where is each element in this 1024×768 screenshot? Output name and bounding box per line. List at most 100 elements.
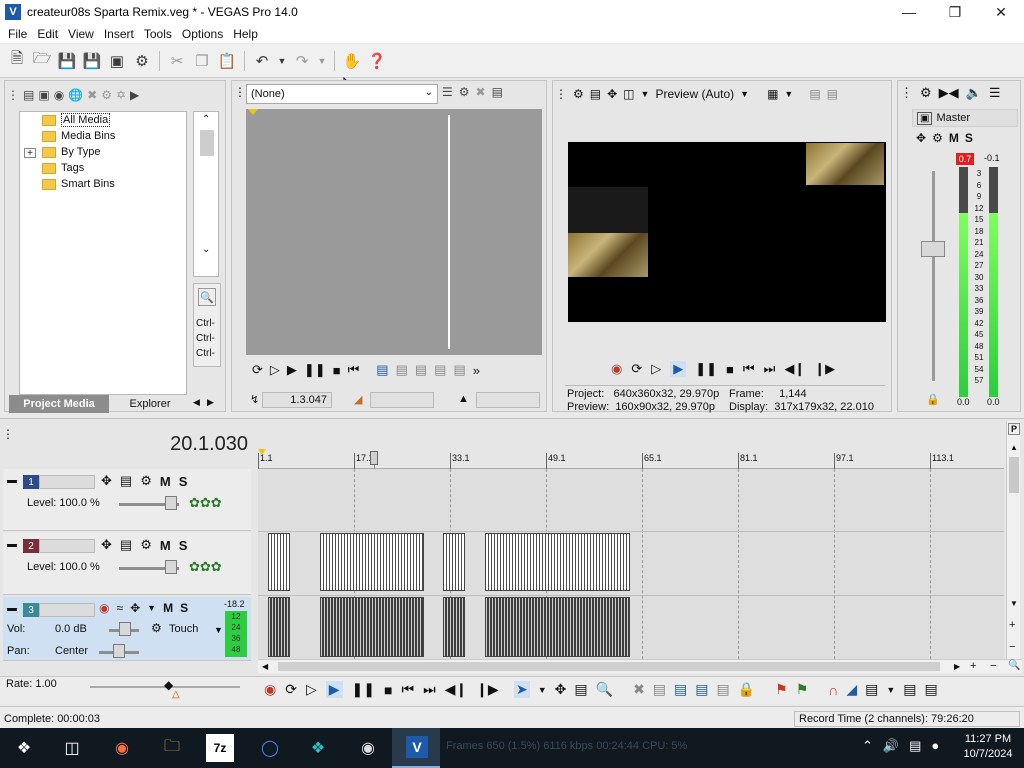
tab-project-media[interactable]: Project Media (9, 395, 109, 413)
previous-frame-icon[interactable]: ⏮ (348, 362, 360, 378)
save-button[interactable]: 💾 (56, 50, 78, 72)
master-mute-button[interactable]: M (949, 131, 959, 145)
trim-end-icon[interactable]: ▤ (695, 681, 708, 698)
chevron-down-icon[interactable]: ▼ (1010, 599, 1018, 608)
save-snapshot-icon[interactable]: ▤ (827, 87, 838, 101)
pause-icon[interactable]: ❚❚ (352, 681, 375, 698)
play-icon[interactable]: ▶ (325, 681, 343, 698)
track-fx-icon[interactable]: ▤ (120, 473, 132, 489)
chevron-down-icon[interactable]: ▼ (147, 603, 156, 613)
master-fx-icon[interactable]: ✥ (916, 131, 926, 145)
lock-envelopes-icon[interactable]: ▤ (903, 681, 916, 698)
copy-button[interactable]: ❐ (191, 50, 213, 72)
go-to-end-icon[interactable]: ⏭ (764, 361, 776, 377)
play-from-start-icon[interactable]: ▷ (306, 681, 317, 698)
trimmer-selection-field[interactable] (370, 392, 434, 408)
play-icon[interactable]: ▶ (287, 362, 297, 378)
zoom-tool-icon[interactable]: 🔍 (1008, 660, 1020, 671)
timeline-horizontal-scrollbar[interactable]: ◀ ▶ + − 🔍 (258, 659, 1022, 673)
chevron-down-icon[interactable]: ▼ (641, 89, 650, 99)
track-fx-icon[interactable]: ✥ (130, 601, 140, 615)
trim-icon[interactable]: ▤ (653, 681, 666, 698)
import-media-button[interactable]: ▤ (23, 88, 34, 102)
menu-view[interactable]: View (63, 27, 99, 41)
track-motion-icon[interactable]: ✥ (101, 537, 112, 553)
play-from-start-icon[interactable]: ▷ (651, 361, 661, 377)
trimmer-display[interactable] (246, 109, 542, 355)
go-to-start-icon[interactable]: ⏮ (401, 681, 414, 698)
scroll-left-icon[interactable]: ◀ (262, 662, 268, 671)
audio-clip[interactable] (320, 597, 424, 657)
scroll-right-icon[interactable]: ▶ (954, 662, 960, 671)
track-solo-button[interactable]: S (180, 601, 188, 615)
track-solo-button[interactable]: S (179, 538, 188, 553)
task-view-button[interactable]: ◫ (58, 734, 86, 762)
stop-icon[interactable]: ■ (333, 363, 341, 378)
maximize-button[interactable]: ❐ (932, 0, 978, 24)
volume-icon[interactable]: 🔊 (883, 738, 899, 754)
trimmer-length-field[interactable] (476, 392, 540, 408)
track-header-2[interactable]: ▬ 2 ✥ ▤ ⚙ M S Level: 100.0 % ✿✿✿ (3, 533, 251, 595)
loop-icon[interactable]: ⟳ (631, 361, 642, 377)
audio-clip[interactable] (443, 597, 465, 657)
track-level-thumb[interactable] (165, 560, 177, 574)
mixer-icon[interactable]: ☰ (989, 85, 1001, 101)
timeline-vertical-scrollbar[interactable]: P ▲ ▼ + − (1006, 421, 1020, 661)
chevron-down-icon[interactable]: ▼ (538, 685, 547, 695)
file-explorer-taskbar-button[interactable]: 🗀 (158, 734, 186, 762)
track-pan-thumb[interactable] (113, 644, 125, 658)
insert-icon[interactable]: ▤ (396, 362, 408, 378)
tree-item-smart-bins[interactable]: Smart Bins (42, 176, 115, 192)
track-fx-icon[interactable]: ▤ (120, 537, 132, 553)
compositing-mode-icon[interactable]: ✿✿✿ (189, 495, 222, 511)
tab-scroll-right[interactable]: ▶ (207, 397, 214, 408)
network-icon[interactable]: ▤ (909, 738, 921, 754)
close-button[interactable]: ✕ (978, 0, 1024, 24)
firefox-taskbar-button[interactable]: ◉ (108, 734, 136, 762)
normal-edit-tool-icon[interactable]: ➤ (514, 681, 530, 698)
zoom-icon[interactable]: 🔍 (198, 288, 216, 306)
play-from-start-icon[interactable]: ▷ (270, 362, 280, 378)
menu-help[interactable]: Help (228, 27, 263, 41)
video-clip[interactable] (485, 533, 630, 591)
master-fader-thumb[interactable] (921, 241, 945, 257)
track-mute-button[interactable]: M (160, 538, 171, 553)
track-solo-button[interactable]: S (179, 474, 188, 489)
automation-gear-icon[interactable]: ⚙ (151, 621, 162, 635)
insert-region-icon[interactable]: ⚑ (796, 681, 809, 698)
scrollbar-thumb[interactable] (278, 662, 940, 671)
audio-clip[interactable] (268, 597, 290, 657)
track-level-thumb[interactable] (165, 496, 177, 510)
next-frame-icon[interactable]: ❙▶ (814, 361, 835, 377)
views-button[interactable]: ▶ (130, 88, 139, 102)
marker-pin-icon[interactable]: P (1008, 423, 1020, 435)
tree-item-tags[interactable]: Tags (42, 160, 84, 176)
enable-snapping-button[interactable]: ✋ (341, 50, 363, 72)
split-screen-icon[interactable]: ✥ (607, 87, 617, 101)
menu-edit[interactable]: Edit (32, 27, 63, 41)
clear-trimmer-button[interactable]: ✖ (476, 85, 486, 99)
trimmer-fit-button[interactable]: ▤ (492, 85, 503, 99)
preview-properties-icon[interactable]: ⚙ (573, 87, 584, 101)
invert-phase-icon[interactable]: ≈ (116, 601, 123, 615)
media-properties-button[interactable]: ⚙ (101, 88, 112, 102)
microphone-icon[interactable]: ● (931, 738, 939, 754)
redo-dropdown[interactable]: ▼ (316, 50, 328, 72)
dim-output-icon[interactable]: 🔈 (966, 85, 982, 101)
chevron-down-icon[interactable]: ▼ (784, 89, 793, 99)
compositing-mode-icon[interactable]: ✿✿✿ (189, 559, 222, 575)
zoom-in-icon[interactable]: + (1009, 619, 1015, 631)
chevron-down-icon[interactable]: ▼ (214, 625, 223, 635)
master-fader-track[interactable] (932, 171, 935, 381)
chevron-down-icon[interactable]: ▼ (886, 685, 895, 695)
record-icon[interactable]: ◉ (264, 681, 276, 698)
obs-taskbar-button[interactable]: ◉ (354, 734, 382, 762)
track-header-1[interactable]: ▬ 1 ✥ ▤ ⚙ M S Level: 100.0 % ✿✿✿ (3, 469, 251, 531)
zoom-in-h-icon[interactable]: + (970, 660, 976, 672)
insert-marker-icon[interactable]: ⚑ (775, 681, 788, 698)
start-button[interactable]: ❖ (10, 734, 38, 762)
trim-start-icon[interactable]: ▤ (674, 681, 687, 698)
chevron-down-icon[interactable]: ▼ (740, 89, 749, 99)
preview-fx-icon[interactable]: ◫ (623, 87, 634, 101)
fit-icon[interactable]: ▤ (434, 362, 446, 378)
